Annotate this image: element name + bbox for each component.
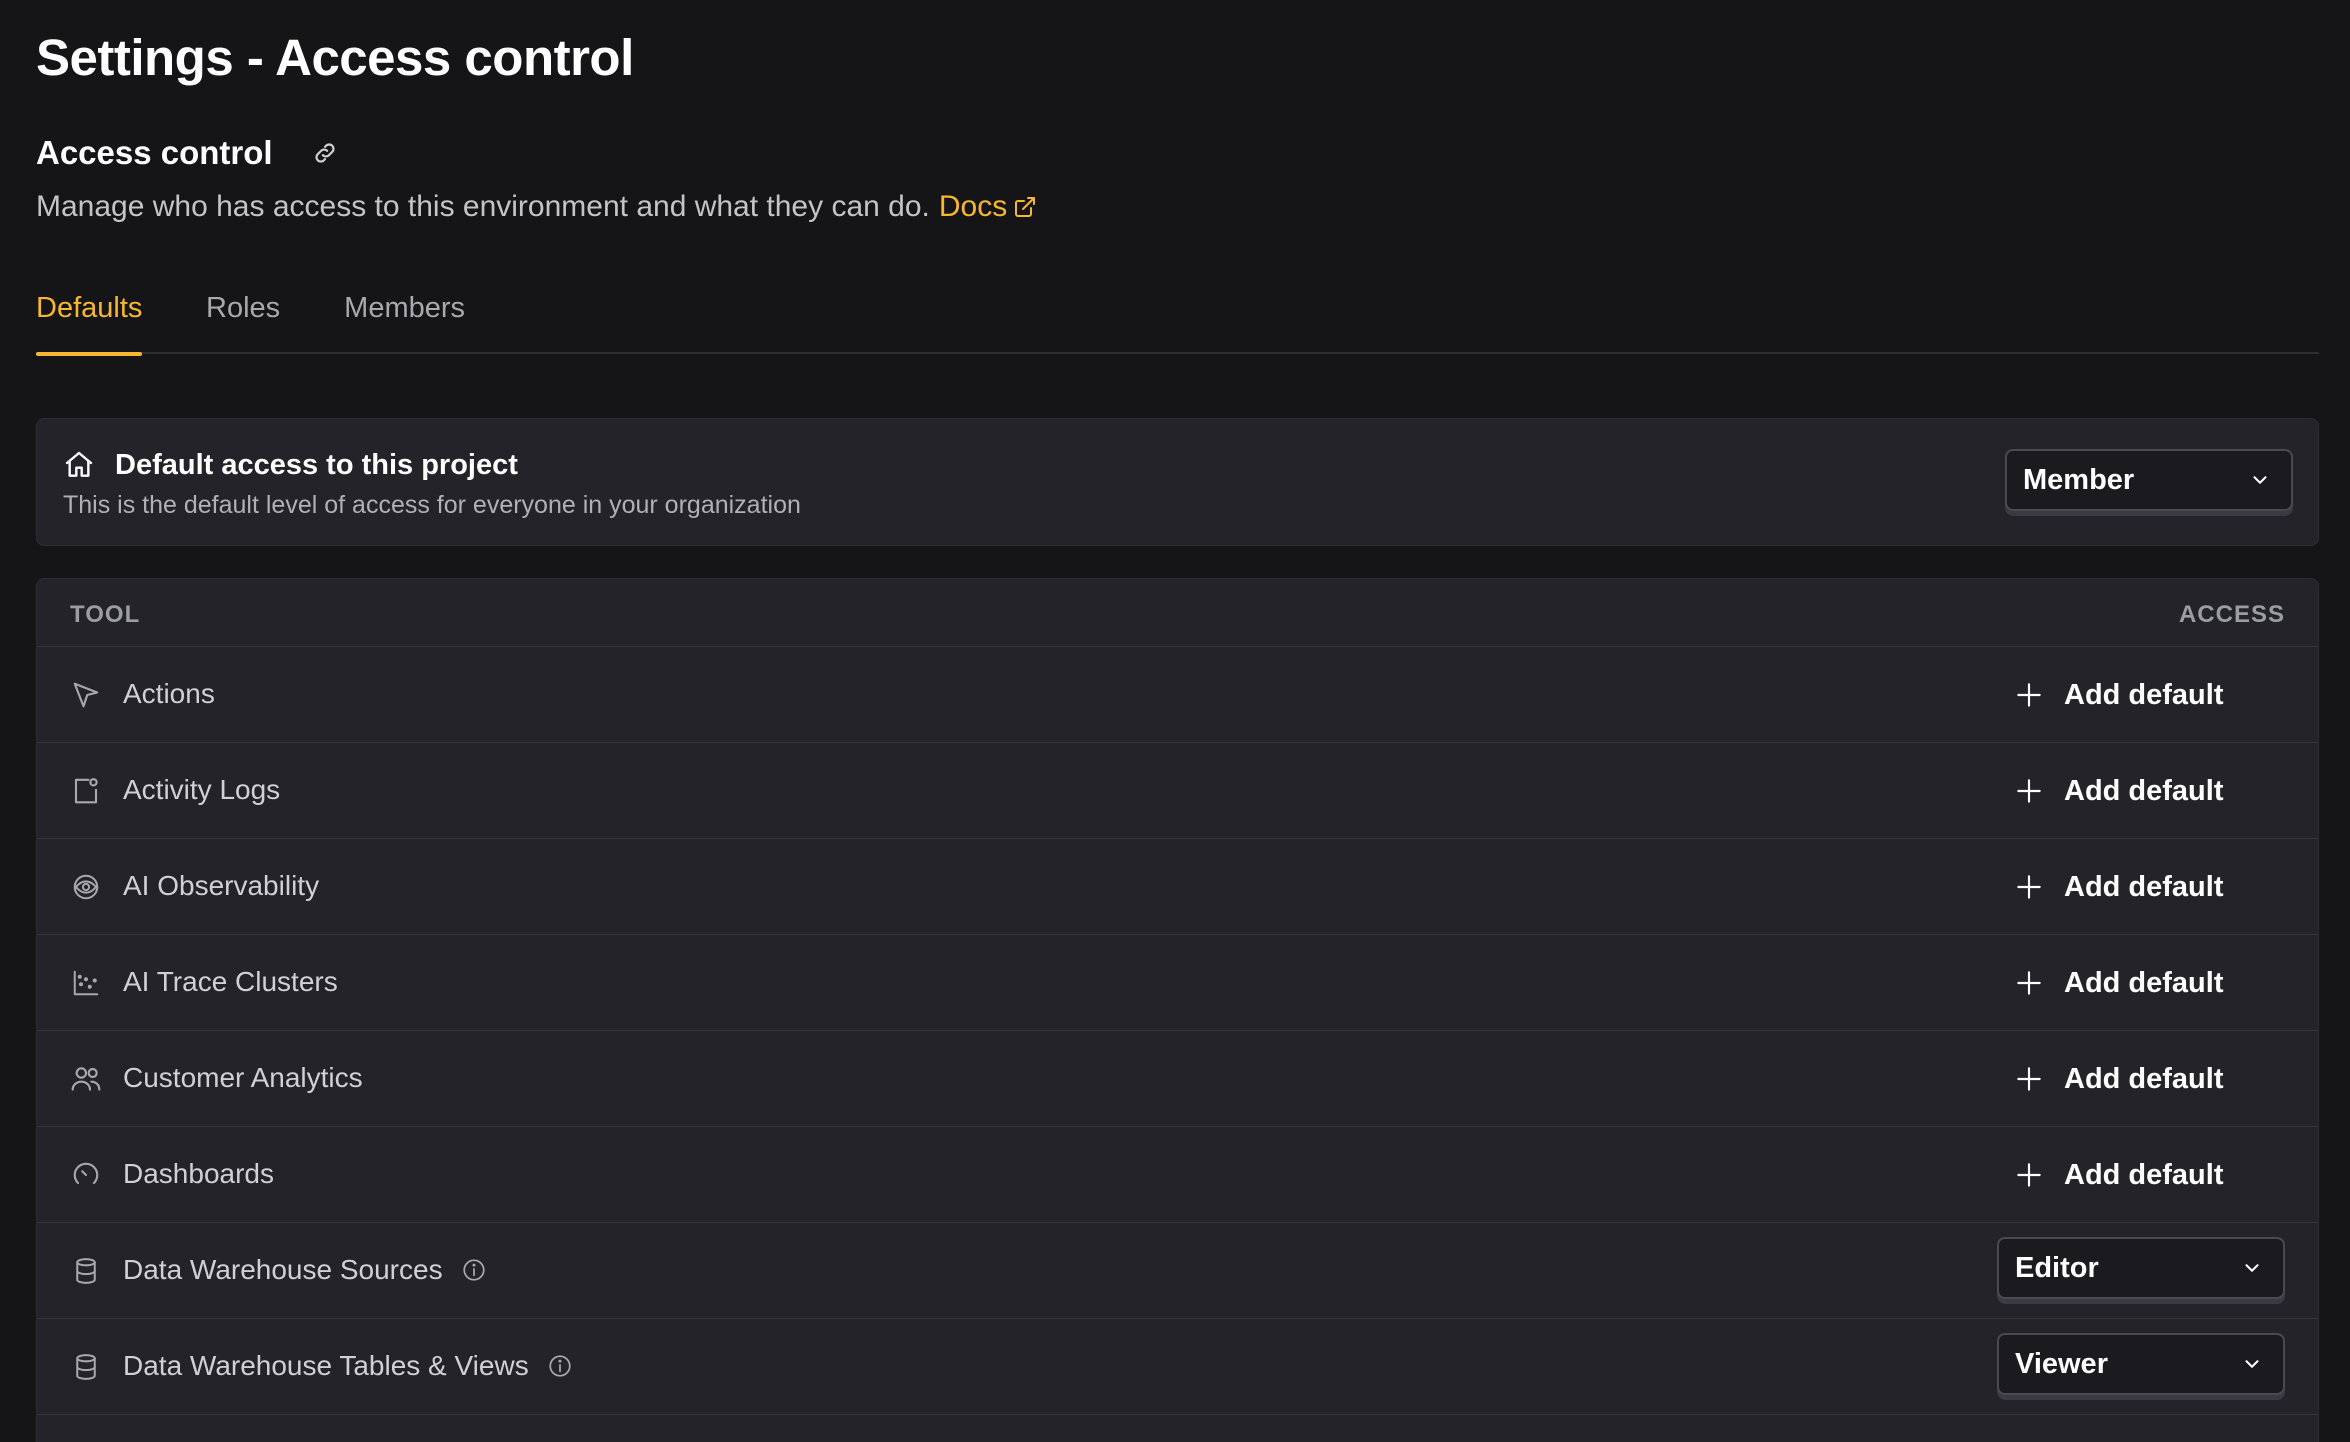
- plus-icon: [2012, 1158, 2046, 1192]
- section-description-text: Manage who has access to this environmen…: [36, 190, 930, 223]
- page-title: Settings - Access control: [36, 29, 634, 86]
- section-title: Access control: [36, 134, 273, 171]
- table-header: TOOL ACCESS: [37, 579, 2318, 647]
- add-default-button[interactable]: Add default: [2012, 863, 2224, 911]
- tab-bar: Defaults Roles Members: [36, 286, 2319, 356]
- tab-members[interactable]: Members: [344, 286, 465, 354]
- default-access-select[interactable]: Member: [2005, 449, 2293, 511]
- table-row: AI Trace Clusters Add default: [37, 935, 2318, 1031]
- tool-name: Customer Analytics: [123, 1062, 363, 1094]
- add-default-button[interactable]: Add default: [2012, 1055, 2224, 1103]
- tool-name-text: Activity Logs: [123, 774, 281, 805]
- tool-name: Activity Logs: [123, 774, 280, 806]
- cursor-icon: [70, 679, 102, 711]
- tool-name-text: Actions: [123, 678, 215, 709]
- access-level-select[interactable]: Viewer: [1997, 1333, 2285, 1395]
- plus-icon: [2012, 966, 2046, 1000]
- activity-log-icon: [70, 775, 102, 807]
- add-default-label: Add default: [2064, 1158, 2224, 1191]
- observability-icon: [70, 871, 102, 903]
- tool-name-text: Dashboards: [123, 1158, 274, 1189]
- add-default-label: Add default: [2064, 870, 2224, 903]
- table-row: Data Warehouse Tables & Views Viewer: [37, 1319, 2318, 1415]
- add-default-button[interactable]: Add default: [2012, 671, 2224, 719]
- tool-name: Dashboards: [123, 1158, 274, 1190]
- plus-icon: [2012, 774, 2046, 808]
- add-default-label: Add default: [2064, 678, 2224, 711]
- table-row: Dashboards Add default: [37, 1127, 2318, 1223]
- tool-name-text: AI Trace Clusters: [123, 966, 338, 997]
- tool-name: AI Observability: [123, 870, 319, 902]
- add-default-button[interactable]: Add default: [2012, 767, 2224, 815]
- tool-name: Data Warehouse Tables & Views: [123, 1350, 573, 1382]
- tab-defaults[interactable]: Defaults: [36, 286, 142, 356]
- home-icon: [63, 449, 95, 486]
- column-header-access: ACCESS: [2178, 601, 2285, 628]
- default-access-value: Member: [2023, 463, 2135, 496]
- default-access-card: Default access to this project This is t…: [36, 418, 2319, 546]
- access-level-value: Editor: [2015, 1251, 2099, 1284]
- add-default-button[interactable]: Add default: [2012, 1151, 2224, 1199]
- access-level-select[interactable]: Editor: [1997, 1237, 2285, 1299]
- section-header: Access control: [36, 134, 339, 172]
- docs-link-label: Docs: [938, 190, 1008, 223]
- database-icon: [70, 1351, 102, 1383]
- add-default-label: Add default: [2064, 1062, 2224, 1095]
- tool-name: AI Trace Clusters: [123, 966, 338, 998]
- gauge-icon: [70, 1159, 102, 1191]
- column-header-tool: TOOL: [70, 601, 141, 628]
- plus-icon: [2012, 678, 2046, 712]
- external-link-icon: [1015, 197, 1036, 217]
- default-access-title: Default access to this project: [115, 449, 518, 481]
- tool-name: Actions: [123, 678, 215, 710]
- table-row: Customer Analytics Add default: [37, 1031, 2318, 1127]
- database-icon: [70, 1255, 102, 1287]
- users-icon: [70, 1063, 102, 1095]
- tool-access-table: TOOL ACCESS Actions Add default Activity…: [36, 578, 2319, 1442]
- link-icon[interactable]: [311, 139, 339, 167]
- docs-link[interactable]: Docs: [939, 190, 1037, 224]
- add-default-button[interactable]: Add default: [2012, 959, 2224, 1007]
- table-row: Actions Add default: [37, 647, 2318, 743]
- add-default-label: Add default: [2064, 774, 2224, 807]
- plus-icon: [2012, 870, 2046, 904]
- access-level-value: Viewer: [2015, 1347, 2108, 1380]
- chevron-down-icon: [2245, 1360, 2259, 1368]
- info-icon[interactable]: [461, 1257, 487, 1283]
- tool-name-text: AI Observability: [123, 870, 320, 901]
- table-row: Activity Logs Add default: [37, 743, 2318, 839]
- table-row: AI Observability Add default: [37, 839, 2318, 935]
- tab-roles[interactable]: Roles: [206, 286, 280, 354]
- info-icon[interactable]: [547, 1353, 573, 1379]
- chevron-down-icon: [2253, 476, 2267, 484]
- tool-name: Data Warehouse Sources: [123, 1254, 487, 1286]
- table-row-partial: [37, 1415, 2318, 1442]
- plus-icon: [2012, 1062, 2046, 1096]
- section-description: Manage who has access to this environmen…: [36, 190, 1037, 224]
- tool-name-text: Data Warehouse Tables & Views: [123, 1350, 529, 1381]
- chevron-down-icon: [2245, 1264, 2259, 1272]
- tool-name-text: Data Warehouse Sources: [123, 1254, 443, 1285]
- scatter-plot-icon: [70, 967, 102, 999]
- tool-name-text: Customer Analytics: [123, 1062, 363, 1093]
- add-default-label: Add default: [2064, 966, 2224, 999]
- table-row: Data Warehouse Sources Editor: [37, 1223, 2318, 1319]
- default-access-subtitle: This is the default level of access for …: [63, 491, 801, 519]
